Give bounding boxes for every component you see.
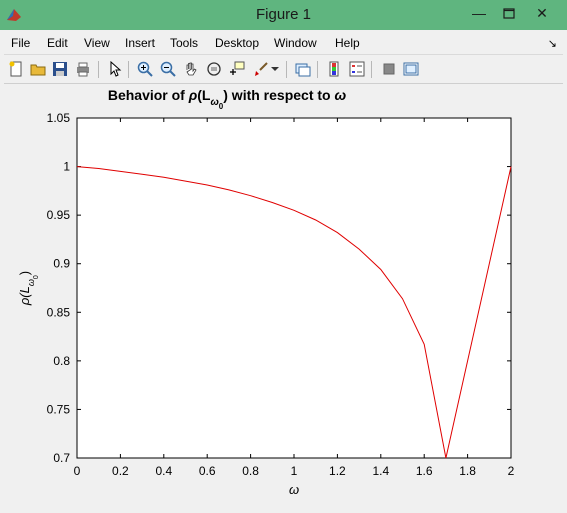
menu-help[interactable]: Help [335, 36, 360, 50]
dock-arrow-icon[interactable]: ↘ [548, 37, 557, 50]
plot-area[interactable]: Behavior of ρ(Lω0) with respect to ω 0 0.… [4, 84, 563, 508]
menu-bar: File Edit View Insert Tools Desktop Wind… [4, 32, 563, 55]
menu-edit[interactable]: Edit [47, 36, 68, 50]
x-tick-label: 1.8 [459, 464, 476, 478]
minimize-icon: — [472, 5, 486, 21]
pointer-icon[interactable] [106, 60, 124, 78]
toolbar-separator [286, 61, 287, 78]
x-tick-label: 1.2 [329, 464, 346, 478]
save-icon[interactable] [51, 60, 69, 78]
minimize-button[interactable]: — [462, 0, 496, 26]
figure-window: Figure 1 — ✕ File Edit View Insert Tools… [0, 0, 567, 512]
rotate-3d-icon[interactable] [205, 60, 223, 78]
y-tick-label: 1.05 [47, 111, 71, 125]
x-tick-label: 0 [74, 464, 81, 478]
y-tick-label: 0.75 [47, 402, 71, 416]
show-plot-tools-icon[interactable] [402, 60, 420, 78]
pan-icon[interactable] [182, 60, 200, 78]
maximize-icon [503, 7, 515, 19]
link-plot-icon[interactable] [294, 60, 312, 78]
x-tick-label: 1 [291, 464, 298, 478]
new-figure-icon[interactable] [7, 60, 25, 78]
zoom-in-icon[interactable] [136, 60, 154, 78]
figure-canvas: Behavior of ρ(Lω0) with respect to ω 0 0.… [4, 84, 563, 508]
menu-view[interactable]: View [84, 36, 110, 50]
print-icon[interactable] [74, 60, 92, 78]
figure-toolbar [4, 56, 563, 84]
x-axis-label: ω [289, 482, 299, 497]
chart-title: Behavior of ρ(Lω0) with respect to ω [108, 87, 347, 111]
menu-insert[interactable]: Insert [125, 36, 155, 50]
y-tick-label: 0.8 [53, 354, 70, 368]
y-axis-label: ρ(Lω0) [17, 271, 40, 306]
x-tick-label: 1.4 [372, 464, 389, 478]
y-tick-label: 0.95 [47, 208, 71, 222]
maximize-button[interactable] [492, 0, 526, 26]
x-tick-label: 2 [508, 464, 515, 478]
colorbar-icon[interactable] [325, 60, 343, 78]
y-tick-label: 1 [63, 160, 70, 174]
y-tick-label: 0.7 [53, 451, 70, 465]
legend-icon[interactable] [348, 60, 366, 78]
open-file-icon[interactable] [29, 60, 47, 78]
zoom-out-icon[interactable] [159, 60, 177, 78]
data-cursor-icon[interactable] [228, 60, 246, 78]
x-tick-label: 0.4 [155, 464, 172, 478]
menu-desktop[interactable]: Desktop [215, 36, 259, 50]
menu-window[interactable]: Window [274, 36, 317, 50]
menu-file[interactable]: File [11, 36, 30, 50]
x-tick-label: 1.6 [416, 464, 433, 478]
toolbar-separator [371, 61, 372, 78]
hide-plot-tools-icon[interactable] [380, 60, 398, 78]
brush-dropdown-icon[interactable] [270, 60, 280, 78]
title-bar: Figure 1 — ✕ [0, 0, 567, 30]
axes-background [76, 117, 512, 459]
x-tick-label: 0.8 [242, 464, 259, 478]
close-icon: ✕ [536, 4, 548, 21]
menu-tools[interactable]: Tools [170, 36, 198, 50]
x-tick-label: 0.6 [199, 464, 216, 478]
toolbar-separator [128, 61, 129, 78]
y-tick-label: 0.85 [47, 305, 71, 319]
close-button[interactable]: ✕ [525, 0, 559, 26]
x-tick-label: 0.2 [112, 464, 129, 478]
toolbar-separator [98, 61, 99, 78]
y-tick-label: 0.9 [53, 257, 70, 271]
brush-icon[interactable] [252, 60, 270, 78]
toolbar-separator [317, 61, 318, 78]
